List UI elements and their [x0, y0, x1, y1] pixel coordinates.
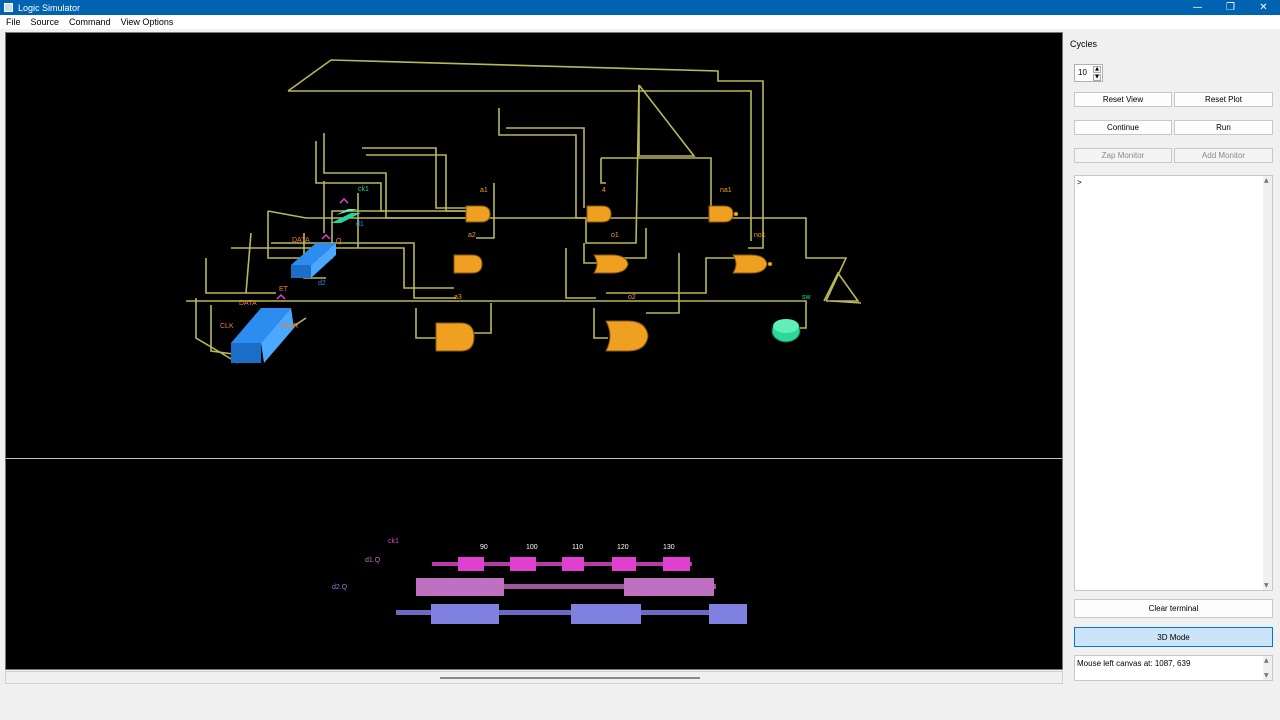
- label-clk: CLK: [220, 323, 234, 330]
- gate-no1[interactable]: [732, 254, 772, 274]
- scroll-down-icon[interactable]: ▼: [1264, 582, 1269, 589]
- label-d1: d1: [356, 221, 364, 228]
- label-o1: o1: [611, 232, 619, 239]
- spin-up-icon[interactable]: ▲: [1093, 66, 1101, 73]
- 3d-mode-button[interactable]: 3D Mode: [1074, 627, 1273, 647]
- control-panel: Cycles 10 ▲ ▼ Reset View Reset Plot Cont…: [1068, 32, 1280, 687]
- 3d-canvas[interactable]: ck1 a1 4 na1 a2 o1 no1 a3 o2 sw DATA Q d…: [5, 32, 1063, 670]
- gate-a4[interactable]: [586, 205, 612, 223]
- trace-d1q: [416, 578, 716, 596]
- tick-100: 100: [526, 544, 538, 551]
- label-clear: LEAR: [280, 323, 298, 330]
- run-button[interactable]: Run: [1174, 120, 1273, 135]
- gate-a1[interactable]: [465, 205, 491, 223]
- scroll-up-icon[interactable]: ▲: [1264, 177, 1269, 184]
- terminal-prompt: >: [1077, 178, 1082, 187]
- label-o2: o2: [628, 294, 636, 301]
- scrollbar-thumb[interactable]: [440, 677, 700, 679]
- label-data2: DATA: [239, 300, 257, 307]
- terminal-scrollbar[interactable]: ▲ ▼: [1263, 176, 1272, 590]
- menu-command[interactable]: Command: [64, 15, 116, 29]
- zap-monitor-button[interactable]: Zap Monitor: [1074, 148, 1172, 163]
- plot-label-ck1: ck1: [388, 538, 399, 545]
- cycles-value[interactable]: 10: [1078, 68, 1087, 77]
- close-button[interactable]: ✕: [1247, 0, 1280, 15]
- status-scrollbar[interactable]: ▲ ▼: [1263, 656, 1272, 680]
- reset-plot-button[interactable]: Reset Plot: [1174, 92, 1273, 107]
- restore-button[interactable]: ❐: [1214, 0, 1247, 15]
- app-icon: [4, 3, 13, 12]
- tick-110: 110: [572, 544, 583, 551]
- label-a2: a2: [468, 232, 476, 239]
- menu-file[interactable]: File: [0, 15, 26, 29]
- gate-a3[interactable]: [435, 322, 475, 352]
- label-d2: d2: [318, 280, 326, 287]
- gate-o1[interactable]: [593, 254, 629, 274]
- menu-source[interactable]: Source: [26, 15, 65, 29]
- trace-ck1: [432, 557, 692, 571]
- tick-90: 90: [480, 544, 488, 551]
- label-set: ET: [279, 286, 289, 293]
- tick-130: 130: [663, 544, 675, 551]
- terminal-output[interactable]: > ▲ ▼: [1074, 175, 1273, 591]
- status-scroll-down-icon[interactable]: ▼: [1264, 672, 1269, 679]
- title-bar: Logic Simulator — ❐ ✕: [0, 0, 1280, 15]
- label-d1q: Q: [336, 238, 342, 245]
- clear-terminal-button[interactable]: Clear terminal: [1074, 599, 1273, 618]
- plot-label-d2q: d2.Q: [332, 584, 348, 591]
- trace-d2q: [396, 604, 747, 624]
- plot-label-d1q: d1.Q: [365, 557, 381, 564]
- menu-view-options[interactable]: View Options: [116, 15, 179, 29]
- signal-plot[interactable]: ck1 d1.Q d2.Q 90 100 110 120 130: [6, 459, 1063, 670]
- reset-view-button[interactable]: Reset View: [1074, 92, 1172, 107]
- dtype-d2[interactable]: [231, 308, 294, 363]
- label-na1: na1: [720, 187, 732, 194]
- menu-bar: File Source Command View Options: [0, 15, 1280, 29]
- label-no1: no1: [754, 232, 766, 239]
- label-sw: sw: [802, 294, 812, 301]
- status-text: Mouse left canvas at: 1087, 639: [1077, 659, 1191, 668]
- label-a3: a3: [454, 294, 462, 301]
- label-ck1: ck1: [358, 186, 369, 193]
- spin-down-icon[interactable]: ▼: [1093, 74, 1101, 81]
- label-data1: DATA: [292, 237, 310, 244]
- gate-a2[interactable]: [453, 254, 483, 274]
- continue-button[interactable]: Continue: [1074, 120, 1172, 135]
- gate-o2[interactable]: [605, 320, 649, 352]
- tick-120: 120: [617, 544, 629, 551]
- window-title: Logic Simulator: [18, 2, 81, 13]
- status-scroll-up-icon[interactable]: ▲: [1264, 657, 1269, 664]
- horizontal-scrollbar[interactable]: [5, 671, 1063, 684]
- label-a4: 4: [602, 187, 606, 194]
- label-a1: a1: [480, 187, 488, 194]
- minimize-button[interactable]: —: [1181, 0, 1214, 15]
- cycles-spinbox[interactable]: 10 ▲ ▼: [1074, 64, 1103, 82]
- status-box: Mouse left canvas at: 1087, 639 ▲ ▼: [1074, 655, 1273, 681]
- add-monitor-button[interactable]: Add Monitor: [1174, 148, 1273, 163]
- window-controls: — ❐ ✕: [1181, 0, 1280, 15]
- switch-sw[interactable]: [771, 319, 801, 343]
- gate-na1[interactable]: [708, 205, 738, 223]
- cycles-label: Cycles: [1070, 39, 1098, 49]
